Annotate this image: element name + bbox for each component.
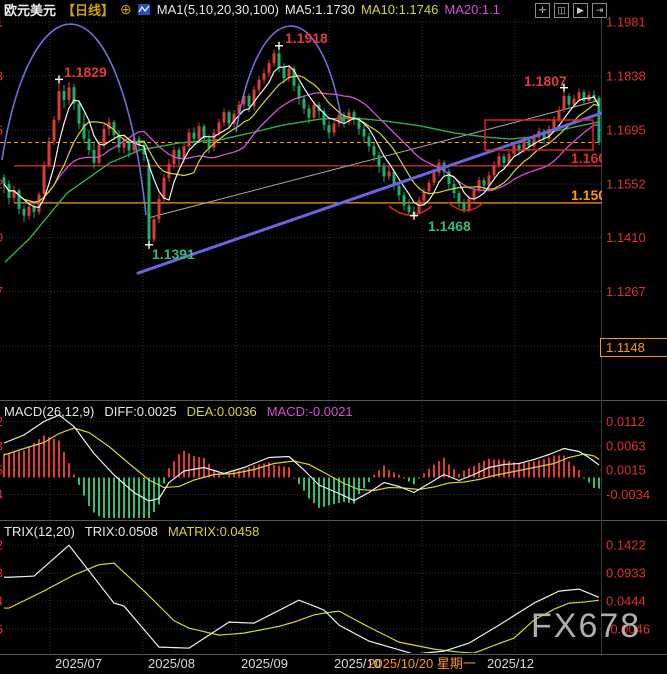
svg-text:0.0933: 0.0933 — [0, 566, 3, 581]
date-label: 2025/08 — [148, 656, 195, 671]
svg-text:1.1552: 1.1552 — [0, 176, 3, 191]
play-forward-icon[interactable]: ▶ — [573, 3, 588, 18]
highlighted-axis-price: 1.1148 — [600, 338, 667, 357]
svg-text:-0.0034: -0.0034 — [0, 487, 3, 502]
trendline — [138, 108, 615, 273]
axis-tick: 1.1981 — [606, 15, 646, 30]
macd-macd-value: MACD:-0.0021 — [267, 404, 353, 419]
svg-text:0.1422: 0.1422 — [0, 538, 3, 553]
axis-tick: 1.1552 — [606, 176, 646, 191]
level-label: 1.1600 — [571, 150, 614, 166]
ma10-value: MA10:1.1746 — [361, 2, 438, 17]
trix-name: TRIX(12,20) — [4, 524, 75, 539]
main-chart-canvas[interactable]: 1.16001.15021.18291.19181.18071.13911.14… — [0, 0, 667, 674]
chart-header: 欧元美元 【日线】 ⊕ MA1(5,10,20,30,100) MA5:1.17… — [4, 1, 500, 18]
svg-text:0.0444: 0.0444 — [0, 594, 3, 609]
chart-application: 1.16001.15021.18291.19181.18071.13911.14… — [0, 0, 667, 674]
price-annotation: 1.1918 — [285, 30, 328, 46]
ma5-line — [4, 66, 599, 207]
axis-tick: 0.0015 — [606, 463, 646, 478]
price-panel[interactable]: 1.16001.15021.18291.19181.18071.13911.14… — [0, 24, 622, 273]
watermark: FX678 — [531, 607, 641, 646]
symbol-title: 欧元美元 — [4, 0, 56, 19]
price-annotation: 1.1468 — [428, 218, 471, 234]
svg-text:0.0063: 0.0063 — [0, 439, 3, 454]
ma-group-label[interactable]: MA1(5,10,20,30,100) — [157, 2, 279, 17]
exit-icon[interactable]: ⇥ — [592, 3, 607, 18]
ma5-value: MA5:1.1730 — [285, 2, 355, 17]
expand-icon[interactable]: ⊕ — [120, 1, 132, 18]
axis-tick: 0.1422 — [606, 538, 646, 553]
trix-line — [4, 545, 599, 654]
svg-text:-0.0046: -0.0046 — [0, 622, 3, 637]
date-label: 2025/12 — [487, 656, 534, 671]
axis-tick: -0.0034 — [606, 487, 650, 502]
trix-panel[interactable] — [4, 545, 599, 654]
macd-dea-value: DEA:0.0036 — [187, 404, 257, 419]
panel-layout-icon[interactable]: ◫ — [554, 3, 569, 18]
ma-green-line — [5, 118, 598, 262]
grid-layer — [0, 18, 667, 655]
ma20-value: MA20:1.1 — [444, 2, 500, 17]
toolbar: ✛ ◫ ▶ ⇥ — [535, 3, 607, 18]
axis-tick: 0.0933 — [606, 566, 646, 581]
dome-drawing — [2, 24, 146, 215]
svg-text:1.1838: 1.1838 — [0, 68, 3, 83]
price-annotation: 1.1829 — [64, 64, 107, 80]
date-label: 2025/10/20 星期一 — [368, 656, 476, 671]
macd-panel[interactable] — [3, 415, 600, 527]
axis-tick: 1.1695 — [606, 122, 646, 137]
price-annotation: 1.1807 — [524, 73, 567, 89]
matrix-value: MATRIX:0.0458 — [168, 524, 260, 539]
svg-text:0.0112: 0.0112 — [0, 414, 3, 429]
axis-tick: 0.0063 — [606, 439, 646, 454]
date-label: 2025/07 — [55, 656, 102, 671]
ma20-line — [4, 93, 599, 202]
axis-tick: 1.1267 — [606, 284, 646, 299]
axis-tick: 1.1838 — [606, 68, 646, 83]
svg-text:1.1981: 1.1981 — [0, 15, 3, 30]
crosshair-tool-icon[interactable]: ✛ — [535, 3, 550, 18]
svg-text:1.1267: 1.1267 — [0, 284, 3, 299]
indicator-chart-icon[interactable] — [138, 3, 151, 16]
price-annotation: 1.1391 — [152, 246, 195, 262]
macd-diff-value: DIFF:0.0025 — [104, 404, 176, 419]
svg-text:0.0015: 0.0015 — [0, 463, 3, 478]
period-label[interactable]: 【日线】 — [62, 0, 114, 19]
svg-text:1.1695: 1.1695 — [0, 122, 3, 137]
trix-value: TRIX:0.0508 — [85, 524, 158, 539]
trix-header[interactable]: TRIX(12,20) TRIX:0.0508 MATRIX:0.0458 — [4, 524, 259, 539]
date-label: 2025/09 — [241, 656, 288, 671]
axis-tick: 1.1410 — [606, 230, 646, 245]
svg-text:1.1410: 1.1410 — [0, 230, 3, 245]
macd-header[interactable]: MACD(26,12,9) DIFF:0.0025 DEA:0.0036 MAC… — [4, 404, 353, 419]
axis-tick: 0.0112 — [606, 414, 645, 429]
macd-name: MACD(26,12,9) — [4, 404, 94, 419]
